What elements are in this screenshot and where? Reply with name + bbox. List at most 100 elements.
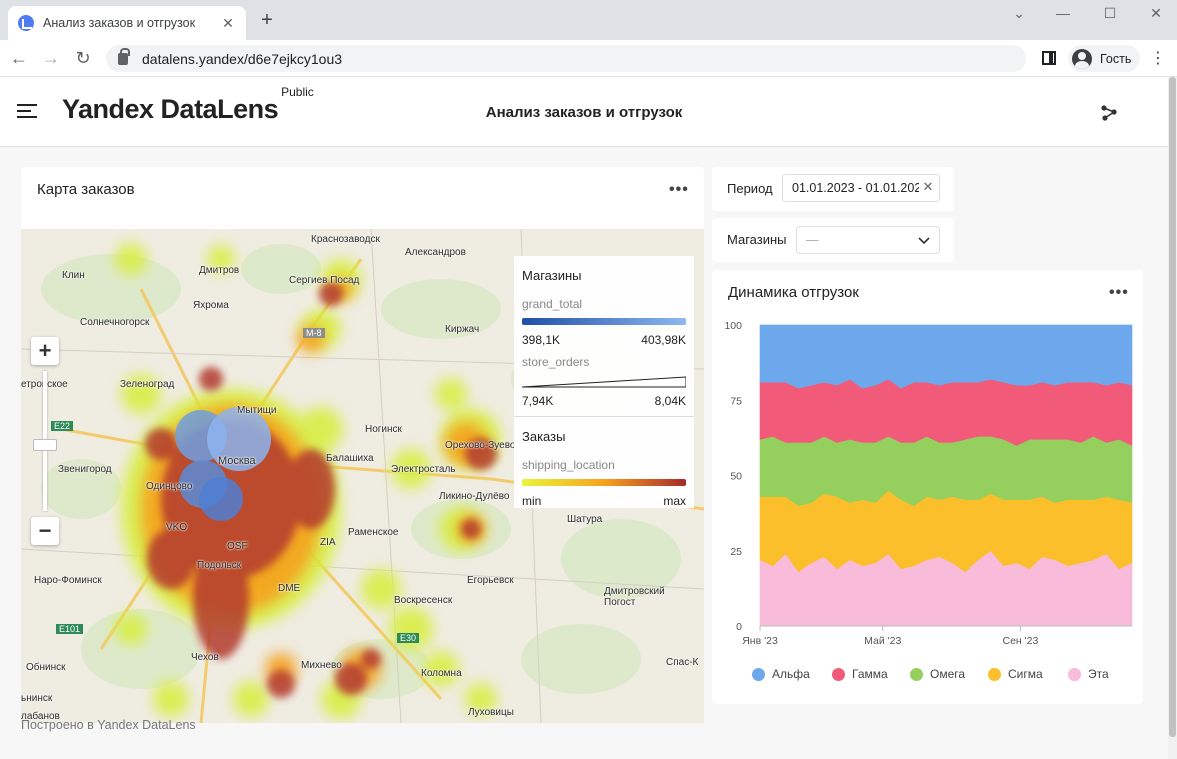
legend-dot-icon <box>1068 667 1081 681</box>
map-label: Ликино-Дулёво <box>439 491 510 502</box>
logo-badge: Public <box>281 85 314 99</box>
lock-icon <box>118 47 130 65</box>
browser-menu-icon[interactable]: ⋮ <box>1150 48 1166 70</box>
browser-tab-bar: Анализ заказов и отгрузок ✕ + ⌄ — ☐ ✕ <box>0 0 1177 40</box>
map-label: Орехово-Зуево <box>445 440 516 451</box>
maximize-button[interactable]: ☐ <box>1087 0 1133 28</box>
map-label: Егорьевск <box>467 575 514 586</box>
tab-close-icon[interactable]: ✕ <box>220 15 236 32</box>
map-label: Шатура <box>567 514 603 525</box>
legend-store-orders-min: 7,94K <box>522 394 554 408</box>
forward-button[interactable]: → <box>39 46 63 70</box>
avatar-icon <box>1072 48 1092 69</box>
map-label: Раменское <box>348 527 399 538</box>
map-label: Киржач <box>445 324 480 335</box>
shipments-chart-widget: Динамика отгрузок ••• 0 25 50 75 100 Янв '23 М… <box>712 270 1143 704</box>
browser-toolbar: ← → ↻ datalens.yandex/d6e7ejkcy1ou3 Гост… <box>0 40 1177 77</box>
road-badge: E101 <box>56 624 84 634</box>
stacked-area-chart[interactable]: 0 25 50 75 100 Янв '23 Май '23 Сен '23 <box>712 270 1143 704</box>
map-label: Краснозаводск <box>311 234 380 245</box>
footer-note: Построено в Yandex DataLens <box>21 718 196 732</box>
map-label: ZIA <box>320 537 336 548</box>
legend-item[interactable]: Альфа <box>752 667 810 681</box>
map-label: Мытищи <box>237 405 277 416</box>
chevron-down-icon[interactable] <box>918 237 930 245</box>
map-label: Коломна <box>421 668 462 679</box>
legend-dot-icon <box>832 667 845 681</box>
y-tick-label: 50 <box>730 471 742 483</box>
legend-label: Гамма <box>852 667 888 681</box>
map-label: ьнинск <box>21 693 53 704</box>
zoom-out-button[interactable]: − <box>31 517 59 545</box>
address-bar[interactable]: datalens.yandex/d6e7ejkcy1ou3 <box>106 45 1026 72</box>
legend-heat-min: min <box>522 494 542 508</box>
x-tick-label: Янв '23 <box>742 635 778 647</box>
y-tick-label: 75 <box>730 395 742 407</box>
area-series-Альфа <box>759 324 1133 389</box>
datalens-favicon-icon <box>18 15 34 31</box>
period-input[interactable]: 01.01.2023 - 01.01.2024 <box>782 174 940 202</box>
map-label: Одинцово <box>146 481 193 492</box>
reload-button[interactable]: ↻ <box>71 46 95 70</box>
legend-item[interactable]: Эта <box>1068 667 1109 681</box>
chart-legend: Альфа Гамма Омега Сигма Эта <box>712 667 1143 683</box>
map-label: Звенигород <box>58 464 112 475</box>
legend-dot-icon <box>988 667 1001 681</box>
legend-grand-total-min: 398,1K <box>522 333 561 347</box>
stores-value: — <box>806 233 819 247</box>
map-label: Обнинск <box>26 662 66 673</box>
zoom-in-button[interactable]: + <box>31 337 59 365</box>
map-label: Подольск <box>197 560 242 571</box>
map-label: DME <box>278 583 301 594</box>
map-label: Спас-К <box>666 657 699 668</box>
period-label: Период <box>727 181 773 196</box>
x-tick-label: Май '23 <box>864 635 901 647</box>
area-series-Гамма <box>759 378 1133 446</box>
road-badge: М-8 <box>303 328 325 338</box>
minimize-button[interactable]: — <box>1040 0 1086 28</box>
legend-label: Эта <box>1088 667 1109 681</box>
legend-shipping-label: shipping_location <box>522 458 615 472</box>
dashboard: Карта заказов ••• Краснозаводск Александ… <box>0 148 1168 759</box>
window-close-button[interactable]: ✕ <box>1133 0 1177 28</box>
legend-item[interactable]: Гамма <box>832 667 888 681</box>
tab-title: Анализ заказов и отгрузок <box>43 16 196 30</box>
tab-search-icon[interactable]: ⌄ <box>996 0 1042 28</box>
map-label: Воскресенск <box>394 595 453 606</box>
profile-label: Гость <box>1100 51 1132 66</box>
browser-tab[interactable]: Анализ заказов и отгрузок ✕ <box>8 6 246 40</box>
map-label: Александров <box>405 247 466 258</box>
y-tick-label: 100 <box>724 320 742 332</box>
map-label: Электросталь <box>391 464 456 475</box>
y-tick-label: 0 <box>736 621 742 633</box>
map-label: Зеленоград <box>120 379 175 390</box>
legend-store-orders-label: store_orders <box>522 355 590 369</box>
map-label: VKO <box>166 522 188 533</box>
legend-item[interactable]: Омега <box>910 667 965 681</box>
clear-period-icon[interactable]: ✕ <box>919 179 937 197</box>
back-button[interactable]: ← <box>7 46 31 70</box>
legend-grand-total-label: grand_total <box>522 297 583 311</box>
road-badge: E30 <box>397 633 420 643</box>
profile-button[interactable]: Гость <box>1068 45 1140 72</box>
stores-label: Магазины <box>727 232 787 247</box>
zoom-slider-handle[interactable] <box>33 439 57 451</box>
map-more-icon[interactable]: ••• <box>669 181 689 199</box>
legend-dot-icon <box>752 667 765 681</box>
new-tab-button[interactable]: + <box>256 9 278 31</box>
legend-grand-total-max: 403,98K <box>641 333 686 347</box>
side-panel-icon[interactable] <box>1042 51 1056 65</box>
share-icon[interactable] <box>1100 103 1118 121</box>
page-scrollbar[interactable] <box>1168 77 1177 759</box>
legend-stores-title: Магазины <box>522 268 582 283</box>
map-label: Наро-Фоминск <box>34 575 102 586</box>
legend-size-wedge <box>522 376 686 388</box>
store-marker[interactable] <box>199 477 243 521</box>
legend-label: Омега <box>930 667 966 681</box>
zoom-slider[interactable] <box>33 371 57 511</box>
legend-item[interactable]: Сигма <box>988 667 1043 681</box>
map-label: Солнечногорск <box>80 317 150 328</box>
orders-map[interactable]: Краснозаводск Александров Клин Дмитров С… <box>21 229 704 723</box>
map-label: OSF <box>227 541 248 552</box>
stores-filter: Магазины — <box>712 218 954 262</box>
